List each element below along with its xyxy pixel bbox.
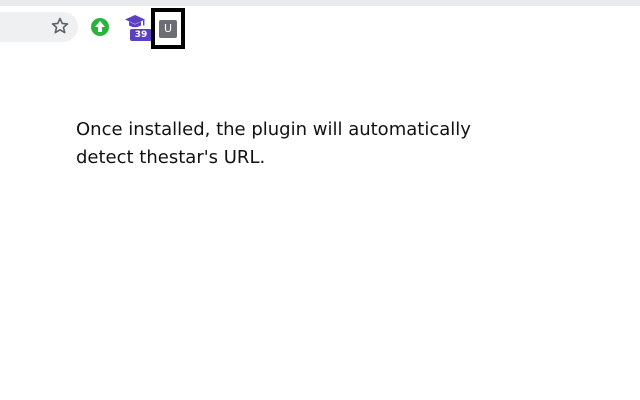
browser-toolbar: 39 U — [0, 0, 640, 52]
tab-strip-edge — [0, 0, 640, 6]
instruction-text: Once installed, the plugin will automati… — [76, 116, 516, 172]
instruction-line-2: detect thestar's URL. — [76, 147, 266, 168]
graduation-cap-icon[interactable]: 39 — [124, 14, 152, 42]
page: 39 U Once installed, the plugin will aut… — [0, 0, 640, 400]
notification-badge: 39 — [130, 29, 152, 41]
u-extension-icon[interactable]: U — [159, 20, 177, 38]
star-icon[interactable] — [50, 16, 70, 36]
highlight-box: U — [151, 8, 185, 49]
green-arrow-icon[interactable] — [90, 17, 110, 37]
instruction-line-1: Once installed, the plugin will automati… — [76, 119, 471, 140]
